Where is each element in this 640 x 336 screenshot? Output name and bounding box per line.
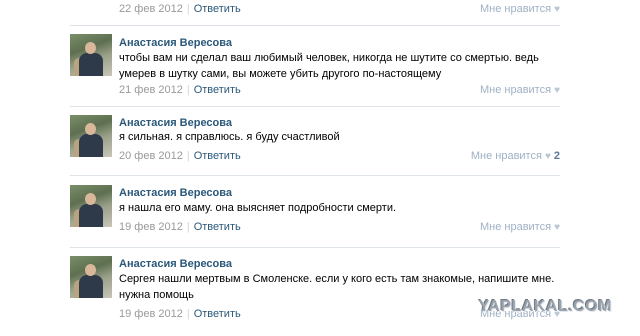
site-watermark: YAPLAKAL.COM: [478, 298, 612, 315]
comment-text: я нашла его маму. она выясняет подробнос…: [119, 202, 397, 214]
reply-link[interactable]: Ответить: [194, 150, 241, 162]
comment-meta: 21 фев 2012 | Ответить: [119, 84, 241, 96]
comment-text: чтобы вам ни сделал ваш любимый человек,…: [119, 52, 539, 80]
avatar[interactable]: [70, 256, 112, 298]
comment-divider: [70, 247, 560, 248]
reply-link[interactable]: Ответить: [194, 308, 241, 320]
avatar[interactable]: [70, 34, 112, 76]
like-button[interactable]: Мне нравится ♥: [480, 221, 560, 233]
comment-item: Анастасия Вересова я сильная. я справлюс…: [70, 115, 560, 173]
heart-icon: ♥: [554, 4, 560, 15]
avatar[interactable]: [70, 185, 112, 227]
meta-separator: |: [186, 84, 190, 96]
author-name[interactable]: Анастасия Вересова: [119, 258, 232, 270]
comment-date[interactable]: 22 фев 2012: [119, 3, 183, 15]
comment-date[interactable]: 19 фев 2012: [119, 308, 183, 320]
like-label: Мне нравится: [479, 3, 552, 15]
comment-divider: [70, 25, 560, 26]
like-button[interactable]: Мне нравится ♥ 2: [471, 150, 560, 162]
comment-date[interactable]: 19 фев 2012: [119, 221, 183, 233]
comment-date[interactable]: 20 фев 2012: [119, 150, 183, 162]
like-label: Мне нравится: [479, 221, 552, 233]
like-label: Мне нравится: [479, 84, 552, 96]
reply-link[interactable]: Ответить: [194, 221, 241, 233]
heart-icon: ♥: [554, 85, 560, 96]
reply-link[interactable]: Ответить: [194, 84, 241, 96]
comment-item: Анастасия Вересова Сергея нашли мертвым …: [70, 256, 560, 336]
comment-text: я сильная. я справлюсь. я буду счастливо…: [119, 131, 340, 143]
reply-link[interactable]: Ответить: [194, 3, 241, 15]
meta-separator: |: [186, 150, 190, 162]
avatar[interactable]: [70, 115, 112, 157]
comment-item: Анастасия Вересова я нашла его маму. она…: [70, 185, 560, 243]
like-count: 2: [553, 150, 560, 162]
author-name[interactable]: Анастасия Вересова: [119, 117, 232, 129]
like-button[interactable]: Мне нравится ♥: [480, 3, 560, 15]
comment-divider: [70, 175, 560, 176]
comment-meta: 20 фев 2012 | Ответить: [119, 150, 241, 162]
meta-separator: |: [186, 221, 190, 233]
meta-separator: |: [186, 3, 190, 15]
comment-divider: [70, 106, 560, 107]
heart-icon: ♥: [554, 222, 560, 233]
comment-meta: 19 фев 2012 | Ответить: [119, 221, 241, 233]
meta-separator: |: [186, 308, 190, 320]
comment-meta: 22 фев 2012 | Ответить: [119, 3, 241, 15]
comment-item: 22 фев 2012 | Ответить Мне нравится ♥: [70, 0, 560, 26]
heart-icon: ♥: [544, 151, 551, 162]
author-name[interactable]: Анастасия Вересова: [119, 187, 232, 199]
like-button[interactable]: Мне нравится ♥: [480, 84, 560, 96]
comment-meta: 19 фев 2012 | Ответить: [119, 308, 241, 320]
author-name[interactable]: Анастасия Вересова: [119, 37, 232, 49]
comment-date[interactable]: 21 фев 2012: [119, 84, 183, 96]
comment-item: Анастасия Вересова чтобы вам ни сделал в…: [70, 34, 560, 104]
like-label: Мне нравится: [470, 150, 542, 162]
